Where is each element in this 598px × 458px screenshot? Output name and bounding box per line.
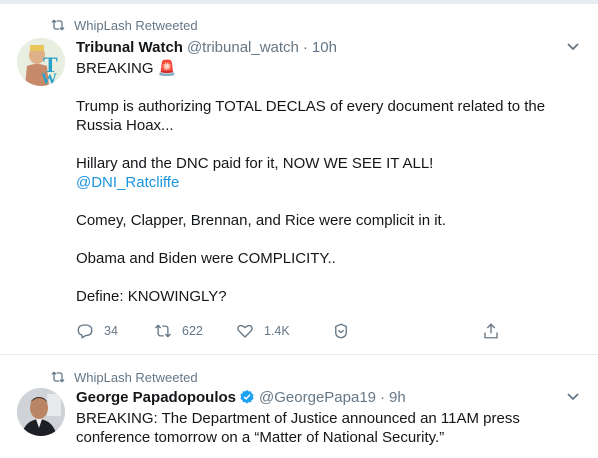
tribunal-watch-avatar-image: T W [17, 38, 65, 86]
avatar[interactable] [17, 388, 65, 436]
avatar[interactable]: T W [17, 38, 65, 86]
reply-button[interactable]: 34 [76, 320, 118, 342]
separator: · [380, 388, 386, 406]
timestamp[interactable]: 9h [389, 389, 406, 406]
verified-badge-icon [240, 390, 254, 404]
tweet-paragraph: Define: KNOWINGLY? [76, 288, 227, 305]
display-name[interactable]: Tribunal Watch [76, 39, 183, 56]
bookmark-dropdown-icon [335, 323, 347, 339]
user-handle[interactable]: @GeorgePapa19 [259, 389, 376, 406]
display-name[interactable]: George Papadopoulos [76, 389, 236, 406]
share-button[interactable] [482, 320, 510, 342]
retweet-context: WhipLash Retweeted [50, 368, 198, 386]
chevron-down-icon[interactable] [566, 42, 580, 52]
tweet-header: George Papadopoulos @GeorgePapa19 · 9h [76, 386, 406, 408]
retweet-icon [51, 371, 65, 383]
reply-count: 34 [104, 324, 118, 338]
tweet-paragraph: Comey, Clapper, Brennan, and Rice were c… [76, 212, 446, 229]
retweet-icon [51, 19, 65, 31]
tweet-text: BREAKING 🚨 Trump is authorizing TOTAL DE… [76, 59, 588, 306]
share-icon [484, 323, 498, 339]
tweet-paragraph: BREAKING 🚨 [76, 60, 177, 77]
mention-link[interactable]: @DNI_Ratcliffe [76, 173, 588, 192]
tweet-paragraph [76, 230, 588, 249]
tweet-actions: 34 622 1.4K [76, 320, 516, 342]
tweet-card[interactable]: WhipLash Retweeted George Papadopoulos @… [0, 356, 598, 458]
like-button[interactable]: 1.4K [236, 320, 290, 342]
retweet-count: 622 [182, 324, 203, 338]
timestamp[interactable]: 10h [312, 39, 337, 56]
retweet-icon [155, 324, 171, 338]
tweet-header: Tribunal Watch @tribunal_watch · 10h [76, 36, 337, 58]
retweet-label[interactable]: WhipLash Retweeted [74, 18, 198, 33]
tweet-paragraph [76, 268, 588, 287]
chevron-down-icon[interactable] [566, 392, 580, 402]
reply-icon [77, 324, 93, 339]
tweet-paragraph: Hillary and the DNC paid for it, NOW WE … [76, 155, 434, 172]
george-papadopoulos-avatar-image [17, 388, 65, 436]
tweet-text: BREAKING: The Department of Justice anno… [76, 409, 588, 447]
share-menu-button[interactable] [332, 320, 360, 342]
user-handle[interactable]: @tribunal_watch [187, 39, 299, 56]
like-count: 1.4K [264, 324, 290, 338]
heart-icon [237, 324, 253, 338]
retweet-label[interactable]: WhipLash Retweeted [74, 370, 198, 385]
tweet-paragraph: Obama and Biden were COMPLICITY.. [76, 250, 336, 267]
retweet-button[interactable]: 622 [154, 320, 203, 342]
tweet-paragraph: Trump is authorizing TOTAL DECLAS of eve… [76, 98, 546, 134]
tweet-card[interactable]: WhipLash Retweeted T W Tribunal Watch @t… [0, 4, 598, 355]
retweet-context: WhipLash Retweeted [50, 16, 198, 34]
svg-text:W: W [41, 71, 57, 86]
tweet-paragraph [76, 78, 588, 97]
tweet-paragraph [76, 192, 588, 211]
tweet-paragraph [76, 135, 588, 154]
separator: · [302, 38, 308, 56]
tweet-paragraph: BREAKING: The Department of Justice anno… [76, 410, 520, 446]
